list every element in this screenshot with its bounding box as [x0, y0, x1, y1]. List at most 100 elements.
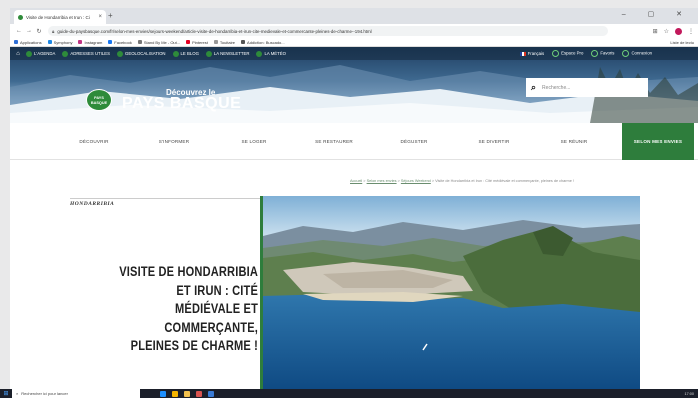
- topbar-link[interactable]: ADRESSES UTILES: [62, 50, 110, 57]
- topbar-link-label: LA NEWSLETTER: [213, 51, 250, 56]
- pen-icon: [172, 50, 179, 57]
- menu-item[interactable]: SE DIVERTIR: [454, 123, 534, 160]
- main-menu: DÉCOUVRIR S'INFORMER SE LOGER SE RESTAURER D…: [10, 123, 698, 160]
- search-placeholder: Recherche...: [542, 84, 571, 91]
- new-tab-button[interactable]: +: [108, 11, 113, 20]
- chrome-app-icon[interactable]: [172, 390, 178, 397]
- bookmark-label: Instagram: [84, 39, 103, 45]
- tab-close-icon[interactable]: ×: [98, 14, 102, 20]
- bookmark-item[interactable]: Stand By Me - Out...: [137, 39, 181, 45]
- tab-strip: Visite de Hondarribia et Irun : Ci × + –…: [10, 8, 698, 24]
- bookmark-label: Symphony: [53, 39, 73, 45]
- menu-item[interactable]: SE LOGER: [214, 123, 294, 160]
- bookmark-label: Applications: [20, 39, 42, 45]
- bookmark-star-icon[interactable]: ☆: [664, 28, 669, 35]
- espace-pro-link[interactable]: Espace Pro: [552, 50, 583, 57]
- menu-kebab-icon[interactable]: ⋮: [688, 28, 694, 35]
- topbar-link-label: GEOLOCALISATION: [125, 51, 166, 56]
- bookmark-favicon-icon: [213, 40, 218, 44]
- bookmark-favicon-icon: [78, 40, 83, 44]
- topbar-link-label: LA MÉTÉO: [264, 51, 286, 56]
- address-bar-row: ← → ↻ 🔒︎ guide-du-paysbasque.com/fr/selo…: [10, 24, 698, 38]
- breadcrumb: Accueil > Selon mes envies > Séjours Wee…: [350, 179, 574, 183]
- user-icon: [622, 50, 630, 57]
- reload-icon[interactable]: ↻: [34, 28, 44, 35]
- profile-avatar[interactable]: [675, 27, 682, 35]
- bookmark-label: Pinterest: [192, 39, 208, 45]
- france-flag-icon: [519, 51, 526, 56]
- clock[interactable]: 17:00: [684, 392, 694, 396]
- tab-title: Visite de Hondarribia et Irun : Ci: [26, 14, 90, 20]
- sun-icon: [256, 50, 263, 57]
- bookmark-label: Addiction: Buscado...: [247, 39, 285, 45]
- bookmark-item[interactable]: Addiction: Buscado...: [241, 40, 285, 45]
- store-app-icon[interactable]: [196, 390, 202, 397]
- edge-app-icon[interactable]: [160, 390, 166, 397]
- forward-icon[interactable]: →: [24, 28, 34, 34]
- bookmark-item[interactable]: Facebook: [108, 40, 132, 45]
- bookmarks-bar: Applications Symphony Instagram Facebook Sta…: [10, 38, 698, 47]
- browser-window: Visite de Hondarribia et Irun : Ci × + –…: [10, 8, 698, 390]
- site-favicon-icon: [18, 14, 23, 20]
- article-title: VISITE DE HONDARRIBIA ET IRUN : CITÉ MÉD…: [119, 264, 258, 353]
- breadcrumb-link[interactable]: Séjours Weekend: [401, 179, 431, 183]
- bookmark-favicon-icon: [47, 40, 52, 44]
- bookmark-item[interactable]: Applications: [14, 40, 42, 45]
- topbar-link[interactable]: LE BLOG: [172, 50, 199, 57]
- breadcrumb-current: Visite de Hondarribia et Irun : Cité méd…: [435, 179, 574, 183]
- menu-item[interactable]: DÉGUSTER: [374, 123, 454, 160]
- translate-icon[interactable]: ⊞: [653, 28, 658, 35]
- home-icon[interactable]: ⌂: [10, 51, 26, 57]
- mail-icon: [205, 50, 212, 57]
- browser-tab[interactable]: Visite de Hondarribia et Irun : Ci ×: [14, 10, 106, 24]
- breadcrumb-link[interactable]: Accueil: [350, 179, 362, 183]
- calendar-icon: [26, 50, 32, 57]
- bookmark-favicon-icon: [186, 40, 191, 44]
- section-label: HONDARRIBIA: [70, 198, 260, 207]
- window-controls[interactable]: – ▢ ✕: [622, 10, 692, 18]
- site-search-input[interactable]: ⌕ Recherche...: [526, 78, 648, 97]
- menu-item[interactable]: SE RÉUNIR: [534, 123, 614, 160]
- lock-icon: 🔒︎: [52, 28, 55, 34]
- coastal-aerial-photo: [263, 196, 640, 390]
- other-bookmarks[interactable]: Liste de lectu: [670, 40, 694, 45]
- back-icon[interactable]: ←: [14, 28, 24, 34]
- topbar-right: Français Espace Pro Favoris Connexion: [519, 50, 652, 57]
- menu-item[interactable]: SELON MES ENVIES: [622, 123, 694, 160]
- explorer-app-icon[interactable]: [184, 390, 190, 397]
- menu-item[interactable]: SE RESTAURER: [294, 123, 374, 160]
- menu-item[interactable]: DÉCOUVRIR: [54, 123, 134, 160]
- info-icon: [62, 50, 69, 57]
- briefcase-icon: [552, 50, 560, 57]
- topbar-link[interactable]: L'AGENDA: [26, 50, 55, 57]
- bookmark-favicon-icon: [14, 40, 18, 44]
- url-input[interactable]: 🔒︎ guide-du-paysbasque.com/fr/selon-mes-…: [48, 26, 608, 36]
- bookmark-item[interactable]: Pinterest: [186, 40, 208, 45]
- connexion-link[interactable]: Connexion: [622, 50, 652, 57]
- os-taskbar: ⊞ ⌕ Rechercher ici pour lancer 17:00: [0, 389, 698, 398]
- bookmark-label: Stand By Me - Out...: [143, 39, 181, 45]
- search-icon[interactable]: ⌕: [531, 82, 536, 93]
- taskbar-search-input[interactable]: ⌕ Rechercher ici pour lancer: [12, 389, 140, 398]
- windows-start-icon[interactable]: ⊞: [0, 390, 12, 397]
- language-select[interactable]: Français: [519, 51, 544, 56]
- bookmark-label: Touitaire: [219, 39, 236, 45]
- breadcrumb-link[interactable]: Selon mes envies: [367, 179, 397, 183]
- site-logo-badge[interactable]: PAYS BASQUE: [86, 89, 112, 111]
- bookmark-item[interactable]: Touitaire: [213, 39, 236, 45]
- topbar-link[interactable]: LA MÉTÉO: [256, 50, 286, 57]
- favoris-link[interactable]: Favoris: [591, 50, 614, 57]
- bookmark-item[interactable]: Symphony: [47, 39, 73, 45]
- bookmark-favicon-icon: [108, 40, 113, 44]
- topbar-link[interactable]: LA NEWSLETTER: [205, 50, 250, 57]
- topbar-link-label: LE BLOG: [180, 51, 199, 56]
- mail-app-icon[interactable]: [208, 390, 214, 397]
- taskbar-search-placeholder: Rechercher ici pour lancer: [21, 391, 68, 396]
- heart-icon: [591, 50, 599, 57]
- bookmark-item[interactable]: Instagram: [78, 40, 102, 45]
- menu-item[interactable]: S'INFORMER: [134, 123, 214, 160]
- site-header: ⌂ L'AGENDA ADRESSES UTILES GEOLOCALISATION…: [10, 47, 698, 123]
- topbar-link[interactable]: GEOLOCALISATION: [117, 50, 166, 57]
- site-logo-title[interactable]: PAYS BASQUE: [122, 95, 241, 113]
- url-text: guide-du-paysbasque.com/fr/selon-mes-env…: [57, 28, 372, 34]
